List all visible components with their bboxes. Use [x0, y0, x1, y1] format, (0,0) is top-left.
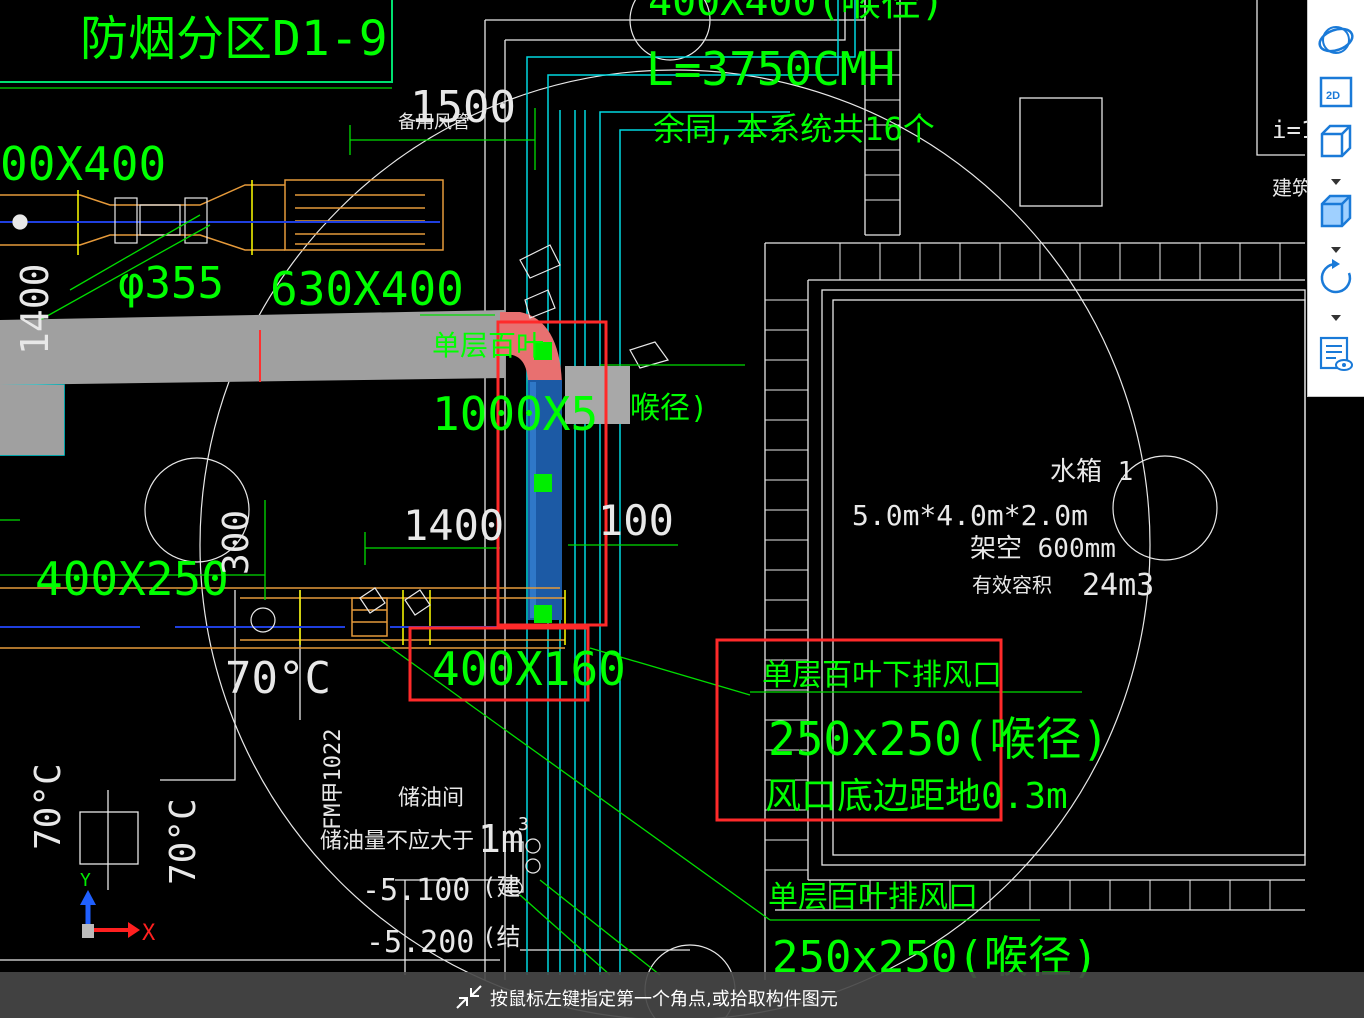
duct-400x250: 400X250 — [35, 552, 229, 606]
paren-1: (建 — [482, 873, 520, 901]
tank-capacity: 24m3 — [1082, 568, 1154, 603]
oil-volume: 1m — [478, 817, 524, 861]
corner-select-icon — [455, 984, 483, 1010]
status-prompt: 按鼠标左键指定第一个角点,或拾取构件图元 — [490, 989, 838, 1010]
dim-1500-label: 备用风管 — [398, 112, 470, 133]
3d-solid-icon[interactable] — [1316, 190, 1356, 230]
duct-left-size: 00X400 — [0, 137, 166, 191]
3d-wireframe-icon[interactable] — [1316, 120, 1356, 160]
dim-100: 100 — [598, 496, 674, 545]
louver-down-height: 风口底边距地0.3m — [765, 776, 1068, 817]
oil-room: 储油间 — [398, 786, 464, 811]
axis-x-label: X — [142, 921, 156, 946]
rotate-icon[interactable] — [1316, 258, 1356, 298]
tank-capacity-label: 有效容积 — [972, 573, 1052, 597]
door-fm: FM甲1022 — [321, 729, 346, 830]
duct-400x160: 400X160 — [432, 642, 626, 696]
dim-1400-vertical: 1400 — [13, 263, 57, 355]
temp-70c-3: 70°C — [163, 798, 204, 885]
chevron-down-icon[interactable] — [1330, 172, 1342, 185]
axis-y-label: Y — [80, 870, 91, 891]
zone-title: 防烟分区D1-9 — [80, 11, 388, 67]
louver-lower-label: 单层百叶排风口 — [768, 880, 978, 915]
duct-top-size: 400X400(喉径) — [648, 0, 945, 25]
dim-300: 300 — [216, 510, 257, 575]
temp-70c-2: 70°C — [28, 763, 69, 850]
tank-raised: 架空 600mm — [970, 534, 1116, 564]
duct-1000-size: 1000X5 — [432, 387, 598, 441]
louver-upper: 单层百叶 — [432, 329, 544, 362]
properties-icon[interactable] — [1316, 334, 1356, 374]
building-label: 建筑 — [1272, 176, 1312, 200]
duct-top-note: 余同,本系统共16个 — [653, 110, 935, 148]
oil-note: 储油量不应大于 — [320, 829, 474, 854]
svg-text:2D: 2D — [1326, 90, 1340, 102]
louver-down-size: 250x250(喉径) — [768, 712, 1109, 766]
paren-2: (结 — [482, 923, 520, 951]
gray-duct-horizontal[interactable] — [0, 310, 505, 385]
grip-bottom[interactable] — [534, 605, 552, 623]
duct-630-size: 630X400 — [270, 262, 464, 316]
neck-upper: 喉径) — [630, 391, 708, 426]
tank-size: 5.0m*4.0m*2.0m — [852, 499, 1088, 532]
temp-70c-1: 70°C — [225, 653, 331, 704]
elevation-1: -5.100 — [362, 873, 470, 908]
grip-middle[interactable] — [534, 474, 552, 492]
chevron-down-icon[interactable] — [1330, 308, 1342, 321]
gray-duct-left-block[interactable] — [0, 385, 64, 455]
louver-down-label: 单层百叶下排风口 — [762, 658, 1002, 693]
2d-view-icon[interactable]: 2D — [1316, 72, 1356, 112]
orbit-icon[interactable] — [1316, 20, 1356, 60]
duct-top-length: L=3750CMH — [646, 42, 895, 96]
cad-drawing-canvas[interactable]: 防烟分区D1-9 400X400(喉径) L=3750CMH 余同,本系统共16… — [0, 0, 1364, 1018]
dim-1400: 1400 — [403, 501, 504, 550]
water-tank: 水箱 1 — [1050, 457, 1133, 487]
chevron-down-icon[interactable] — [1330, 240, 1342, 253]
pipe-diameter: φ355 — [118, 258, 224, 309]
elevation-2: -5.200 — [366, 925, 474, 960]
view-toolbar: 2D — [1307, 0, 1364, 397]
oil-volume-exponent: 3 — [518, 814, 529, 835]
